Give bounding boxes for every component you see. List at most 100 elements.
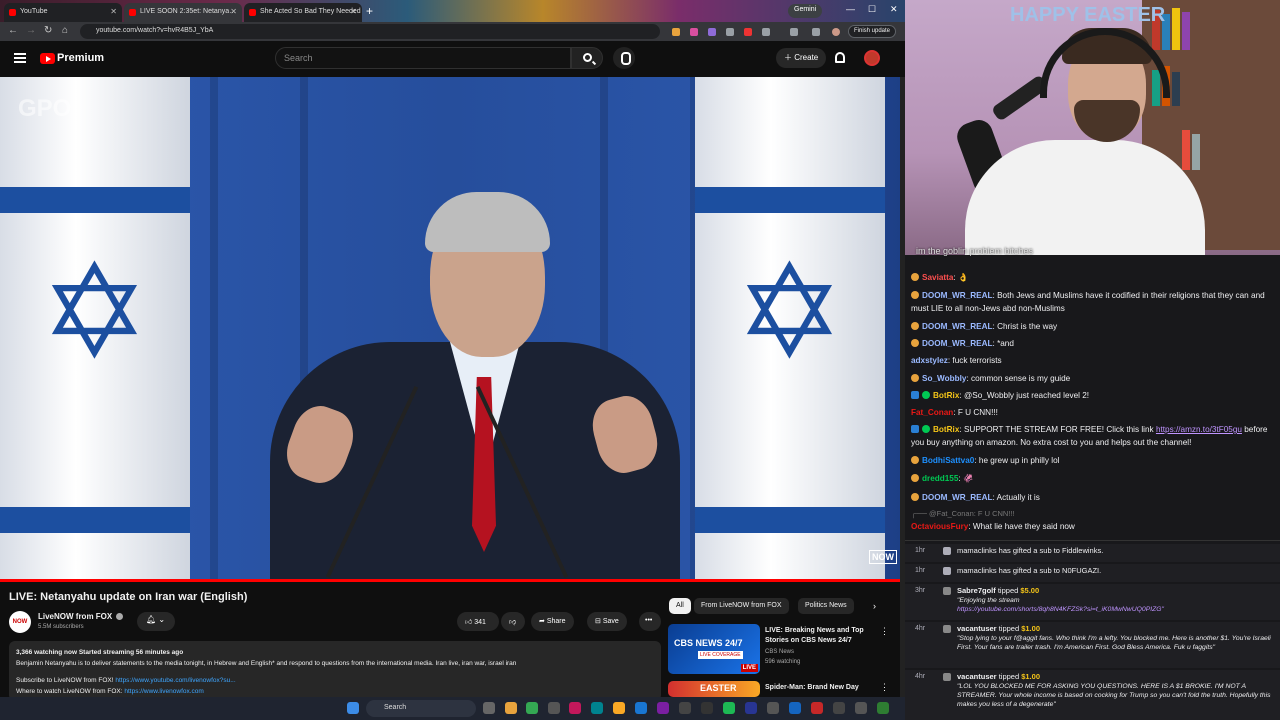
app-icon[interactable] <box>745 702 757 714</box>
taskbar-search[interactable]: Search <box>366 700 476 717</box>
youtube-brand[interactable]: Premium <box>57 52 104 64</box>
gemini-button[interactable]: Gemini <box>788 4 823 18</box>
chat-message: Fat_Conan: F U CNN!!! <box>911 408 998 417</box>
more-vertical-icon[interactable]: ⋮ <box>880 682 889 693</box>
app-icon[interactable] <box>569 702 581 714</box>
back-icon[interactable]: ← <box>8 25 18 36</box>
live-progress-bar[interactable] <box>0 579 900 582</box>
more-vertical-icon[interactable]: ⋮ <box>880 626 889 637</box>
chip-politics-news[interactable]: Politics News <box>798 598 854 614</box>
app-icon[interactable] <box>679 702 691 714</box>
rec-title[interactable]: Spider-Man: Brand New Day <box>765 683 875 693</box>
url-bar[interactable]: youtube.com/watch?v=hvR4B5J_YbA <box>80 24 660 39</box>
youtube-logo-icon[interactable] <box>40 53 55 64</box>
chat-username[interactable]: BodhiSattva0 <box>922 456 974 465</box>
chevron-right-icon[interactable]: › <box>873 601 876 611</box>
app-icon[interactable] <box>789 702 801 714</box>
windows-start-icon[interactable] <box>347 702 359 714</box>
close-window-icon[interactable]: ✕ <box>890 4 898 15</box>
chat-username[interactable]: adxstylez <box>911 356 948 365</box>
chat-link[interactable]: https://amzn.to/3tF05gu <box>1156 425 1242 434</box>
app-icon[interactable] <box>591 702 603 714</box>
event-time: 1hr <box>915 567 926 574</box>
chat-username[interactable]: Saviatta <box>922 273 953 282</box>
subscribe-link[interactable]: https://www.youtube.com/livenowfox?su... <box>115 677 235 684</box>
dislike-button[interactable]: 👎︎ <box>501 612 525 631</box>
home-icon[interactable]: ⌂ <box>62 25 68 36</box>
rec-thumbnail[interactable]: EASTER <box>668 681 760 697</box>
hamburger-menu-icon[interactable] <box>14 53 26 63</box>
folder-icon[interactable] <box>613 702 625 714</box>
tipper-name[interactable]: vacantuser <box>957 672 997 681</box>
voice-search-icon[interactable] <box>613 47 635 69</box>
chat-username[interactable]: Fat_Conan <box>911 408 953 417</box>
tipper-name[interactable]: vacantuser <box>957 624 997 633</box>
tab-she-acted[interactable]: She Acted So Bad They Needed ✕ <box>244 3 362 22</box>
profile-icon[interactable] <box>832 28 840 36</box>
tipper-name[interactable]: Sabre7golf <box>957 586 996 595</box>
extension-icon[interactable] <box>690 28 698 36</box>
chat-username[interactable]: So_Wobbly <box>922 374 966 383</box>
minimize-icon[interactable]: — <box>846 4 855 14</box>
like-button[interactable]: 👍︎ 341 <box>457 612 499 631</box>
extension-icon[interactable] <box>744 28 752 36</box>
search-button[interactable] <box>571 47 603 69</box>
video-player[interactable]: ✡ ✡ GPO NOW <box>0 77 900 582</box>
tab-live-soon[interactable]: LIVE SOON 2:35et: Netanya… ✕ <box>124 3 242 22</box>
chat-username[interactable]: BotRix <box>933 391 959 400</box>
extension-icon[interactable] <box>708 28 716 36</box>
rec-thumbnail[interactable]: CBS NEWS 24/7 LIVE COVERAGE LIVE <box>668 624 760 674</box>
sidebar-icon[interactable] <box>790 28 798 36</box>
extension-icon[interactable] <box>726 28 734 36</box>
account-avatar[interactable] <box>864 50 880 66</box>
chat-username[interactable]: DOOM_WR_REAL <box>922 291 993 300</box>
tab-youtube[interactable]: YouTube ✕ <box>4 3 122 22</box>
new-tab-icon[interactable]: + <box>366 4 373 18</box>
chat-username[interactable]: DOOM_WR_REAL <box>922 493 993 502</box>
extensions-puzzle-icon[interactable] <box>762 28 770 36</box>
close-tab-icon[interactable]: ✕ <box>350 7 357 16</box>
share-button[interactable]: ➦ Share <box>531 612 574 631</box>
app-icon[interactable] <box>877 702 889 714</box>
app-icon[interactable] <box>701 702 713 714</box>
save-button[interactable]: ⊟ Save <box>587 612 627 631</box>
chat-username[interactable]: BotRix <box>933 425 959 434</box>
channel-avatar[interactable]: NOW <box>9 611 31 633</box>
extension-icon[interactable] <box>672 28 680 36</box>
reload-icon[interactable]: ↻ <box>44 25 52 36</box>
app-icon[interactable] <box>635 702 647 714</box>
channel-name[interactable]: LiveNOW from FOX <box>38 612 112 621</box>
app-icon[interactable] <box>505 702 517 714</box>
chat-username[interactable]: DOOM_WR_REAL <box>922 339 993 348</box>
more-actions-button[interactable]: ••• <box>639 612 661 631</box>
tip-link[interactable]: https://youtube.com/shorts/8qh8N4KFZSk?s… <box>957 606 1164 613</box>
app-icon[interactable] <box>548 702 560 714</box>
app-icon[interactable] <box>833 702 845 714</box>
chrome-icon[interactable] <box>526 702 538 714</box>
chat-username[interactable]: OctaviousFury <box>911 522 968 531</box>
app-icon[interactable] <box>811 702 823 714</box>
download-icon[interactable] <box>812 28 820 36</box>
description-box[interactable]: 3,366 watching now Started streaming 56 … <box>9 641 661 701</box>
forward-icon[interactable]: → <box>26 25 36 36</box>
chat-username[interactable]: DOOM_WR_REAL <box>922 322 993 331</box>
rec-title[interactable]: LIVE: Breaking News and Top Stories on C… <box>765 626 875 646</box>
close-tab-icon[interactable]: ✕ <box>110 7 117 16</box>
spotify-icon[interactable] <box>723 702 735 714</box>
chip-all[interactable]: All <box>669 598 691 614</box>
search-input[interactable]: Search <box>275 47 571 69</box>
close-tab-icon[interactable]: ✕ <box>230 7 237 16</box>
notifications-bell-icon[interactable] <box>835 52 845 63</box>
subscribed-notifications-button[interactable]: 🔔︎ ⌄ <box>137 612 175 631</box>
maximize-icon[interactable]: ☐ <box>868 4 876 15</box>
task-view-icon[interactable] <box>483 702 495 714</box>
rec-channel[interactable]: CBS News <box>765 649 794 655</box>
app-icon[interactable] <box>855 702 867 714</box>
where-link[interactable]: https://www.livenowfox.com <box>124 688 203 695</box>
chip-from-channel[interactable]: From LiveNOW from FOX <box>694 598 789 614</box>
create-button[interactable]: ＋ Create <box>776 48 827 68</box>
chat-username[interactable]: dredd155 <box>922 474 958 483</box>
app-icon[interactable] <box>767 702 779 714</box>
app-icon[interactable] <box>657 702 669 714</box>
finish-update-button[interactable]: Finish update <box>848 25 897 38</box>
